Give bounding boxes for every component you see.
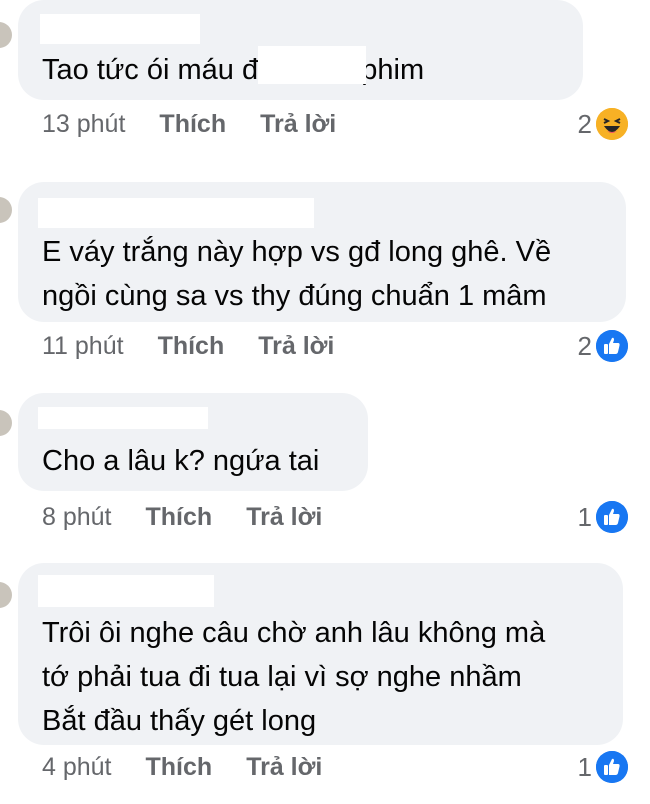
comment-text: Cho a lâu k? ngứa tai [42, 445, 320, 477]
avatar[interactable] [0, 197, 12, 223]
comment-time[interactable]: 4 phút [42, 753, 112, 782]
reaction-summary[interactable]: 2 [578, 330, 628, 362]
reply-button[interactable]: Trả lời [246, 503, 322, 532]
avatar[interactable] [0, 582, 12, 608]
like-icon [596, 501, 628, 533]
comment-meta: 11 phút Thích Trả lời [42, 332, 334, 361]
comment-time[interactable]: 13 phút [42, 110, 125, 139]
reply-button[interactable]: Trả lời [260, 110, 336, 139]
comment-time[interactable]: 11 phút [42, 332, 124, 361]
comment-text: Tao tức ói máu đạo diễn phim [42, 54, 425, 86]
haha-icon [596, 108, 628, 140]
author-name-redacted[interactable] [38, 575, 214, 607]
comment-meta: 8 phút Thích Trả lời [42, 503, 322, 532]
avatar[interactable] [0, 22, 12, 48]
reply-button[interactable]: Trả lời [246, 753, 322, 782]
comment-bubble: Tao tức ói máu đạo diễn phim [18, 0, 583, 100]
reaction-count: 2 [577, 330, 592, 361]
reaction-summary[interactable]: 1 [578, 751, 628, 783]
comment-text: E váy trắng này hợp vs gđ long ghê. Về n… [42, 236, 552, 312]
reaction-count: 2 [577, 108, 592, 139]
comment-bubble: E váy trắng này hợp vs gđ long ghê. Về n… [18, 182, 626, 322]
like-icon [596, 330, 628, 362]
comment-meta: 4 phút Thích Trả lời [42, 753, 322, 782]
comment-time[interactable]: 8 phút [42, 503, 112, 532]
author-name-redacted[interactable] [38, 198, 314, 228]
comment-bubble: Trôi ôi nghe câu chờ anh lâu không mà tớ… [18, 563, 623, 745]
like-button[interactable]: Thích [159, 110, 226, 139]
author-name-redacted[interactable] [38, 407, 208, 429]
reaction-count: 1 [577, 501, 592, 532]
like-button[interactable]: Thích [146, 503, 213, 532]
comment-meta: 13 phút Thích Trả lời [42, 110, 336, 139]
like-button[interactable]: Thích [158, 332, 225, 361]
reaction-summary[interactable]: 1 [578, 501, 628, 533]
redaction-mask [258, 46, 366, 84]
reply-button[interactable]: Trả lời [258, 332, 334, 361]
avatar[interactable] [0, 410, 12, 436]
author-name-redacted[interactable] [40, 14, 200, 44]
reaction-count: 1 [577, 751, 592, 782]
comment-bubble: Cho a lâu k? ngứa tai [18, 393, 368, 491]
comment-text: Trôi ôi nghe câu chờ anh lâu không mà tớ… [42, 617, 546, 737]
like-button[interactable]: Thích [146, 753, 213, 782]
reaction-summary[interactable]: 2 [578, 108, 628, 140]
like-icon [596, 751, 628, 783]
